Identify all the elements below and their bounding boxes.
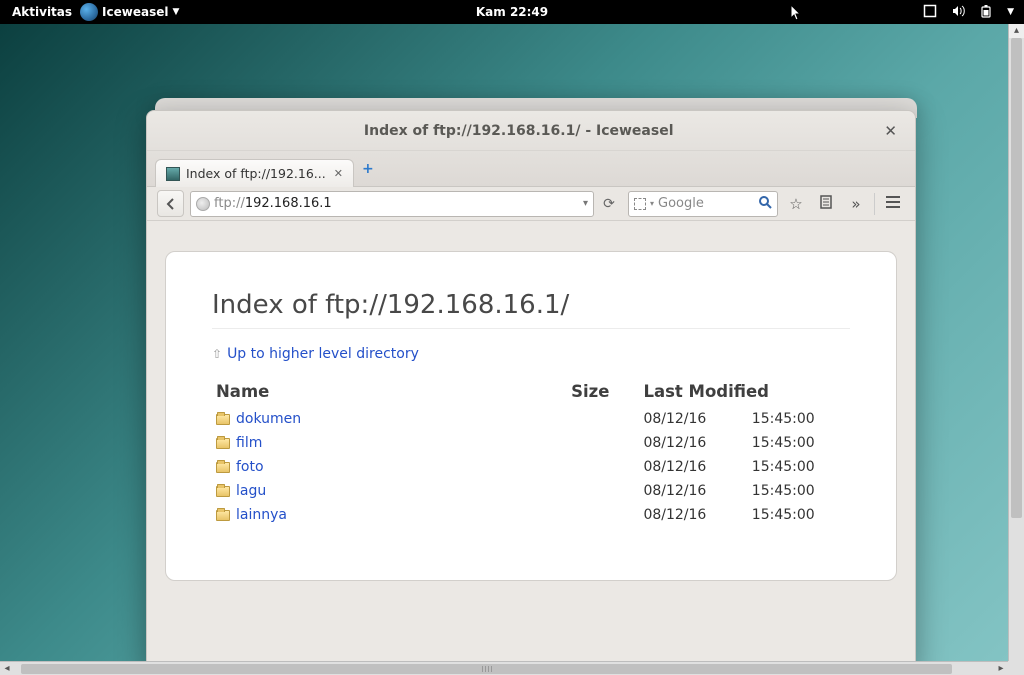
table-row: lagu 08/12/1615:45:00 — [212, 479, 850, 503]
browser-window: Index of ftp://192.168.16.1/ - Iceweasel… — [146, 110, 916, 672]
back-button[interactable] — [157, 190, 184, 217]
navigation-bar: ftp://192.168.16.1 ▾ ⟳ ▾ Google ☆ » — [147, 187, 915, 221]
folder-icon — [216, 438, 230, 449]
parent-directory-label: Up to higher level directory — [227, 346, 419, 362]
folder-link[interactable]: lagu — [236, 483, 266, 499]
tab-strip: Index of ftp://192.16... ✕ + — [147, 151, 915, 187]
window-titlebar[interactable]: Index of ftp://192.168.16.1/ - Iceweasel… — [147, 111, 915, 151]
folder-icon — [216, 414, 230, 425]
bookmarks-list-button[interactable] — [814, 195, 838, 213]
url-protocol: ftp:// — [214, 196, 245, 211]
tab-close-button[interactable]: ✕ — [334, 167, 343, 180]
table-row: film 08/12/1615:45:00 — [212, 431, 850, 455]
scroll-thumb-vertical[interactable] — [1011, 38, 1022, 518]
scroll-corner — [1008, 661, 1024, 675]
gnome-topbar: Aktivitas Iceweasel ▼ Kam 22:49 ▼ — [0, 0, 1024, 24]
new-tab-button[interactable]: + — [362, 161, 374, 177]
scroll-up-icon[interactable]: ▴ — [1009, 24, 1024, 38]
hamburger-menu-button[interactable] — [881, 195, 905, 213]
page-viewport: Index of ftp://192.168.16.1/ ⇧ Up to hig… — [147, 221, 915, 671]
window-close-button[interactable]: ✕ — [878, 118, 903, 144]
file-time: 15:45:00 — [738, 455, 850, 479]
file-size — [563, 431, 640, 455]
column-header-name[interactable]: Name — [212, 376, 563, 407]
url-dropdown-icon[interactable]: ▾ — [583, 198, 588, 209]
search-engine-icon[interactable] — [634, 198, 646, 210]
active-app-indicator[interactable]: Iceweasel ▼ — [80, 3, 179, 21]
toolbar-separator — [874, 193, 875, 215]
tab-favicon-icon — [166, 167, 180, 181]
window-icon[interactable] — [923, 4, 937, 21]
up-arrow-icon: ⇧ — [212, 347, 222, 361]
page-heading: Index of ftp://192.168.16.1/ — [212, 290, 850, 329]
file-date: 08/12/16 — [639, 455, 737, 479]
folder-icon — [216, 462, 230, 473]
file-size — [563, 479, 640, 503]
active-app-label: Iceweasel — [102, 5, 168, 19]
folder-link[interactable]: foto — [236, 459, 264, 475]
folder-icon — [216, 486, 230, 497]
file-size — [563, 407, 640, 431]
clock-label[interactable]: Kam 22:49 — [476, 5, 548, 19]
file-table: Name Size Last Modified dokumen08/12/161… — [212, 376, 850, 527]
site-identity-icon[interactable] — [196, 197, 210, 211]
folder-link[interactable]: lainnya — [236, 507, 287, 523]
volume-icon[interactable] — [951, 4, 965, 21]
file-time: 15:45:00 — [738, 503, 850, 527]
browser-tab[interactable]: Index of ftp://192.16... ✕ — [155, 159, 354, 187]
file-time: 15:45:00 — [738, 431, 850, 455]
file-date: 08/12/16 — [639, 431, 737, 455]
file-size — [563, 503, 640, 527]
battery-icon[interactable] — [979, 4, 993, 21]
window-title: Index of ftp://192.168.16.1/ - Iceweasel — [159, 123, 878, 139]
system-menu-chevron-icon[interactable]: ▼ — [1007, 7, 1014, 17]
folder-link[interactable]: dokumen — [236, 411, 301, 427]
desktop-scrollbar-vertical[interactable]: ▴ — [1008, 24, 1024, 661]
activities-button[interactable]: Aktivitas — [12, 5, 72, 19]
overflow-button[interactable]: » — [844, 195, 868, 213]
column-header-modified[interactable]: Last Modified — [639, 376, 850, 407]
file-date: 08/12/16 — [639, 407, 737, 431]
file-date: 08/12/16 — [639, 503, 737, 527]
file-time: 15:45:00 — [738, 407, 850, 431]
file-date: 08/12/16 — [639, 479, 737, 503]
scroll-thumb-horizontal[interactable] — [21, 664, 952, 674]
table-row: dokumen 08/12/1615:45:00 — [212, 407, 850, 431]
url-bar[interactable]: ftp://192.168.16.1 ▾ — [190, 191, 594, 217]
parent-directory-link[interactable]: ⇧ Up to higher level directory — [212, 346, 419, 362]
folder-icon — [216, 510, 230, 521]
mouse-cursor — [790, 4, 804, 25]
iceweasel-icon — [80, 3, 98, 21]
search-placeholder: Google — [658, 196, 704, 211]
search-submit-icon[interactable] — [758, 195, 772, 213]
bookmark-star-button[interactable]: ☆ — [784, 195, 808, 213]
reload-button[interactable]: ⟳ — [600, 196, 618, 212]
desktop-scrollbar-horizontal[interactable]: ◂ ▸ — [0, 661, 1008, 675]
tab-title: Index of ftp://192.16... — [186, 166, 326, 181]
scroll-left-icon[interactable]: ◂ — [0, 663, 14, 674]
file-size — [563, 455, 640, 479]
search-engine-chevron-icon[interactable]: ▾ — [650, 199, 654, 208]
chevron-down-icon: ▼ — [172, 7, 179, 17]
search-bar[interactable]: ▾ Google — [628, 191, 778, 217]
table-row: lainnya 08/12/1615:45:00 — [212, 503, 850, 527]
folder-link[interactable]: film — [236, 435, 262, 451]
scroll-right-icon[interactable]: ▸ — [994, 663, 1008, 674]
file-time: 15:45:00 — [738, 479, 850, 503]
url-host: 192.168.16.1 — [245, 196, 332, 211]
column-header-size[interactable]: Size — [563, 376, 640, 407]
directory-listing-card: Index of ftp://192.168.16.1/ ⇧ Up to hig… — [165, 251, 897, 581]
table-row: foto 08/12/1615:45:00 — [212, 455, 850, 479]
